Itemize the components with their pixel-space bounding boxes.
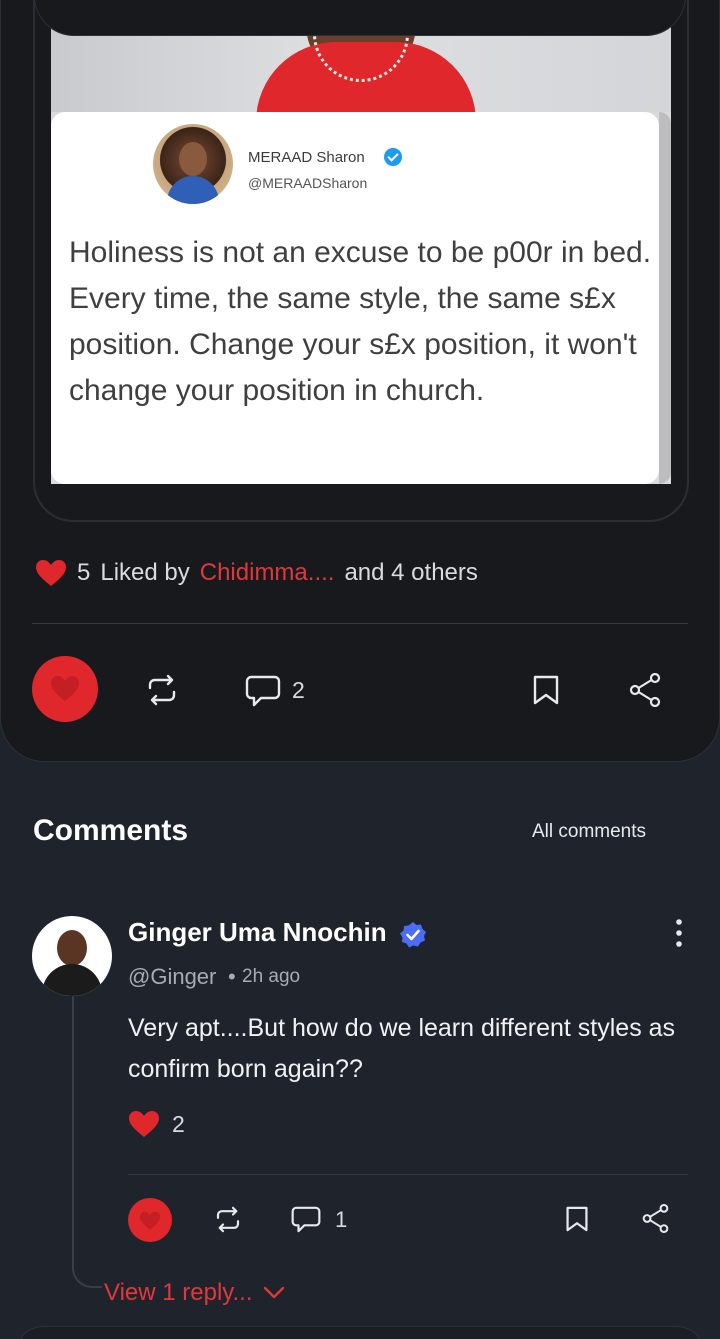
likes-count: 5 bbox=[77, 559, 91, 586]
post-image[interactable]: MERAAD Sharon @MERAADSharon Holiness is … bbox=[51, 0, 671, 484]
share-icon[interactable] bbox=[642, 1204, 669, 1233]
image-edge bbox=[659, 112, 671, 484]
bookmark-icon[interactable] bbox=[532, 674, 560, 706]
commenter-handle[interactable]: @Ginger bbox=[128, 964, 216, 990]
tweet-author-name: MERAAD Sharon bbox=[248, 149, 365, 166]
comment-like-button[interactable] bbox=[128, 1198, 172, 1242]
comment-divider bbox=[128, 1174, 688, 1175]
commenter-name[interactable]: Ginger Uma Nnochin bbox=[128, 917, 387, 948]
like-button[interactable] bbox=[32, 656, 98, 722]
liked-by-name[interactable]: Chidimma.... bbox=[200, 559, 335, 587]
avatar-face bbox=[179, 142, 207, 176]
comment-icon[interactable] bbox=[291, 1205, 321, 1234]
view-replies-label: View 1 reply... bbox=[104, 1279, 253, 1306]
comment-reply-count: 1 bbox=[335, 1207, 348, 1232]
post-action-bar: 2 bbox=[32, 656, 688, 724]
avatar-body bbox=[42, 964, 102, 996]
comment-likes-summary[interactable]: 2 bbox=[128, 1108, 185, 1140]
chevron-down-icon bbox=[263, 1286, 284, 1299]
tweet-author-handle: @MERAADSharon bbox=[248, 175, 368, 191]
meta-separator: • bbox=[228, 964, 236, 989]
comment-action-bar: 1 bbox=[128, 1196, 688, 1242]
bookmark-icon[interactable] bbox=[565, 1205, 589, 1233]
comment-icon[interactable] bbox=[245, 674, 281, 708]
tweet-screenshot: MERAAD Sharon @MERAADSharon Holiness is … bbox=[51, 112, 659, 484]
comment-timestamp: 2h ago bbox=[242, 966, 301, 987]
heart-icon bbox=[36, 560, 66, 586]
top-header-card bbox=[34, 0, 686, 36]
avatar-shirt bbox=[167, 176, 219, 204]
comment-count: 2 bbox=[292, 677, 305, 703]
comments-filter[interactable]: All comments bbox=[532, 821, 646, 843]
post-card: MERAAD Sharon @MERAADSharon Holiness is … bbox=[0, 0, 720, 762]
heart-icon bbox=[51, 676, 79, 701]
share-icon[interactable] bbox=[629, 673, 661, 707]
repost-icon[interactable] bbox=[213, 1206, 243, 1233]
view-replies-link[interactable]: View 1 reply... bbox=[104, 1279, 285, 1307]
verified-icon bbox=[384, 148, 402, 166]
verified-icon bbox=[400, 922, 426, 948]
avatar-head bbox=[57, 930, 87, 966]
next-card-edge bbox=[14, 1326, 706, 1339]
repost-icon[interactable] bbox=[144, 674, 180, 706]
more-vertical-icon[interactable] bbox=[672, 918, 686, 948]
avatar[interactable] bbox=[32, 916, 112, 996]
comment-text: Very apt....But how do we learn differen… bbox=[128, 1014, 676, 1083]
heart-icon bbox=[129, 1111, 159, 1137]
liked-by-prefix: Liked by bbox=[100, 559, 190, 586]
post-divider bbox=[32, 623, 688, 624]
tweet-text: Holiness is not an excuse to be p00r in … bbox=[69, 236, 652, 407]
comment-like-count: 2 bbox=[172, 1110, 185, 1137]
tweet-author-avatar bbox=[153, 124, 233, 204]
heart-icon bbox=[140, 1211, 160, 1230]
comments-heading: Comments bbox=[33, 814, 189, 847]
liked-by-suffix: and 4 others bbox=[344, 559, 478, 586]
likes-summary[interactable]: 5 Liked by Chidimma.... and 4 others bbox=[35, 555, 478, 591]
thread-line bbox=[72, 996, 102, 1288]
